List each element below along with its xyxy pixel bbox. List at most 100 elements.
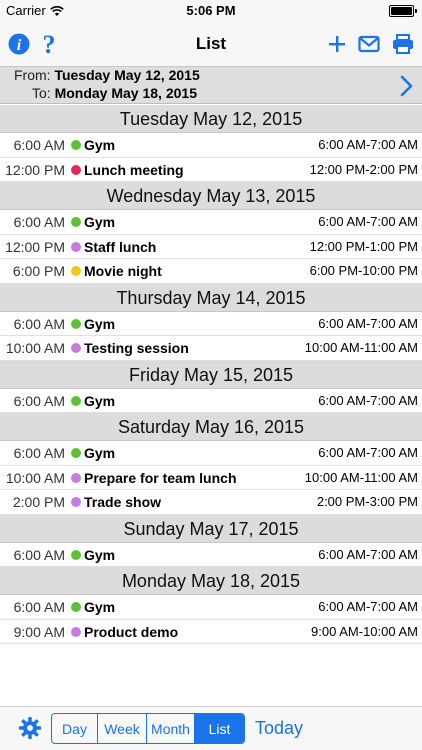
event-row[interactable]: 12:00 PM Staff lunch 12:00 PM-1:00 PM bbox=[0, 235, 422, 259]
view-day-button[interactable]: Day bbox=[52, 714, 98, 743]
today-button[interactable]: Today bbox=[255, 718, 303, 739]
event-start-time: 12:00 PM bbox=[5, 238, 65, 255]
calendar-color-dot-icon bbox=[71, 318, 81, 329]
day-header: Saturday May 16, 2015 bbox=[0, 413, 422, 441]
range-from: From: Tuesday May 12, 2015 bbox=[14, 67, 200, 83]
event-row[interactable]: 6:00 AM Gym 6:00 AM-7:00 AM bbox=[0, 133, 422, 158]
to-value: Monday May 18, 2015 bbox=[54, 85, 197, 101]
calendar-color-dot-icon bbox=[71, 164, 81, 175]
event-time-range: 6:00 AM-7:00 AM bbox=[318, 599, 418, 614]
event-title: Testing session bbox=[84, 340, 189, 356]
view-week-button[interactable]: Week bbox=[98, 714, 147, 743]
event-time-range: 6:00 PM-10:00 PM bbox=[309, 263, 418, 278]
view-month-button[interactable]: Month bbox=[147, 714, 195, 743]
to-label: To: bbox=[32, 85, 51, 101]
event-time-range: 9:00 AM-10:00 AM bbox=[311, 623, 418, 639]
calendar-color-dot-icon bbox=[71, 217, 81, 227]
calendar-color-dot-icon bbox=[71, 241, 81, 252]
day-header: Sunday May 17, 2015 bbox=[0, 514, 422, 543]
view-list-button[interactable]: List bbox=[195, 714, 244, 743]
range-to: To: Monday May 18, 2015 bbox=[32, 85, 197, 101]
event-title: Trade show bbox=[84, 494, 162, 510]
event-time-range: 6:00 AM-7:00 AM bbox=[318, 214, 418, 229]
navigation-bar: i ? List bbox=[0, 22, 422, 66]
from-label: From: bbox=[14, 67, 51, 83]
bottom-toolbar: Day Week Month List Today bbox=[0, 706, 422, 750]
event-title: Gym bbox=[84, 599, 116, 615]
status-time: 5:06 PM bbox=[186, 3, 236, 18]
event-time-range: 12:00 PM-2:00 PM bbox=[309, 161, 418, 177]
calendar-color-dot-icon bbox=[71, 266, 81, 276]
event-row[interactable]: 6:00 AM Gym 6:00 AM-7:00 AM bbox=[0, 210, 422, 235]
event-time-range: 2:00 PM-3:00 PM bbox=[316, 494, 418, 509]
event-start-time: 6:00 AM bbox=[13, 599, 65, 615]
calendar-color-dot-icon bbox=[71, 140, 81, 150]
calendar-color-dot-icon bbox=[71, 472, 81, 483]
calendar-color-dot-icon bbox=[71, 497, 81, 507]
chevron-right-icon[interactable] bbox=[396, 74, 416, 98]
event-title: Gym bbox=[84, 392, 116, 409]
event-title: Lunch meeting bbox=[84, 161, 184, 178]
event-time-range: 10:00 AM-11:00 AM bbox=[304, 469, 418, 485]
event-row[interactable]: 6:00 AM Gym 6:00 AM-7:00 AM bbox=[0, 595, 422, 620]
event-row[interactable]: 12:00 PM Lunch meeting 12:00 PM-2:00 PM bbox=[0, 158, 422, 182]
event-list: Tuesday May 12, 2015 6:00 AM Gym 6:00 AM-7:… bbox=[0, 105, 422, 644]
day-header: Tuesday May 12, 2015 bbox=[0, 105, 422, 133]
view-segmented-control: Day Week Month List bbox=[51, 713, 245, 744]
event-time-range: 6:00 AM-7:00 AM bbox=[318, 546, 418, 562]
event-time-range: 12:00 PM-1:00 PM bbox=[309, 238, 418, 254]
mail-icon[interactable] bbox=[356, 31, 382, 57]
calendar-color-dot-icon bbox=[71, 626, 81, 637]
event-start-time: 6:00 AM bbox=[13, 214, 65, 230]
event-start-time: 6:00 AM bbox=[13, 137, 65, 153]
event-title: Prepare for team lunch bbox=[84, 469, 237, 486]
event-start-time: 6:00 PM bbox=[12, 263, 65, 279]
event-time-range: 10:00 AM-11:00 AM bbox=[304, 340, 418, 355]
event-title: Gym bbox=[84, 445, 116, 461]
day-header: Monday May 18, 2015 bbox=[0, 567, 422, 595]
event-row[interactable]: 6:00 AM Gym 6:00 AM-7:00 AM bbox=[0, 441, 422, 466]
event-title: Product demo bbox=[84, 623, 179, 640]
day-header: Friday May 15, 2015 bbox=[0, 360, 422, 389]
day-header: Wednesday May 13, 2015 bbox=[0, 182, 422, 210]
status-bar: Carrier 5:06 PM bbox=[0, 0, 422, 22]
event-start-time: 6:00 AM bbox=[13, 546, 65, 563]
event-row[interactable]: 9:00 AM Product demo 9:00 AM-10:00 AM bbox=[0, 620, 422, 644]
event-start-time: 10:00 AM bbox=[5, 340, 65, 356]
event-time-range: 6:00 AM-7:00 AM bbox=[318, 445, 418, 460]
event-start-time: 6:00 AM bbox=[13, 392, 65, 409]
event-row[interactable]: 6:00 PM Movie night 6:00 PM-10:00 PM bbox=[0, 259, 422, 284]
event-row[interactable]: 6:00 AM Gym 6:00 AM-7:00 AM bbox=[0, 312, 422, 336]
battery-icon bbox=[389, 5, 417, 17]
calendar-color-dot-icon bbox=[71, 343, 81, 353]
calendar-color-dot-icon bbox=[71, 602, 81, 612]
gear-icon[interactable] bbox=[18, 716, 42, 740]
event-row[interactable]: 6:00 AM Gym 6:00 AM-7:00 AM bbox=[0, 543, 422, 567]
event-start-time: 6:00 AM bbox=[13, 445, 65, 461]
event-row[interactable]: 10:00 AM Prepare for team lunch 10:00 AM-1… bbox=[0, 466, 422, 490]
day-header: Thursday May 14, 2015 bbox=[0, 283, 422, 312]
event-start-time: 10:00 AM bbox=[5, 469, 65, 486]
calendar-color-dot-icon bbox=[71, 395, 81, 406]
event-title: Gym bbox=[84, 546, 116, 563]
print-icon[interactable] bbox=[390, 31, 416, 57]
event-start-time: 9:00 AM bbox=[13, 623, 65, 640]
add-icon[interactable] bbox=[324, 31, 350, 57]
event-time-range: 6:00 AM-7:00 AM bbox=[318, 392, 418, 408]
event-title: Gym bbox=[84, 137, 116, 153]
event-title: Staff lunch bbox=[84, 238, 157, 255]
event-title: Gym bbox=[84, 315, 116, 332]
event-title: Gym bbox=[84, 214, 116, 230]
calendar-color-dot-icon bbox=[71, 549, 81, 560]
event-row[interactable]: 2:00 PM Trade show 2:00 PM-3:00 PM bbox=[0, 490, 422, 515]
from-value: Tuesday May 12, 2015 bbox=[54, 67, 200, 83]
event-time-range: 6:00 AM-7:00 AM bbox=[318, 315, 418, 331]
event-time-range: 6:00 AM-7:00 AM bbox=[318, 137, 418, 152]
event-row[interactable]: 10:00 AM Testing session 10:00 AM-11:00 AM bbox=[0, 336, 422, 361]
calendar-color-dot-icon bbox=[71, 448, 81, 458]
event-start-time: 12:00 PM bbox=[5, 161, 65, 178]
event-row[interactable]: 6:00 AM Gym 6:00 AM-7:00 AM bbox=[0, 389, 422, 413]
event-title: Movie night bbox=[84, 263, 162, 279]
event-start-time: 6:00 AM bbox=[13, 315, 65, 332]
event-start-time: 2:00 PM bbox=[12, 494, 65, 510]
